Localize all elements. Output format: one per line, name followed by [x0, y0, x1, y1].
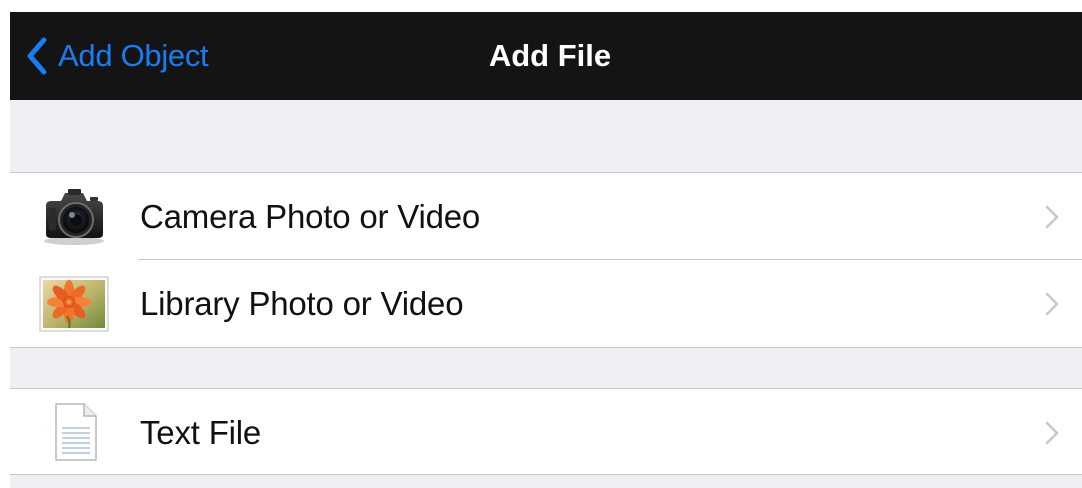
- text-file-icon: [38, 403, 110, 463]
- camera-photo-or-video-row[interactable]: Camera Photo or Video: [10, 173, 1082, 260]
- screen: Add Object Add File Camera Photo or Vide…: [10, 12, 1082, 488]
- page-title: Add File: [488, 38, 612, 73]
- top-strip: [10, 0, 1082, 12]
- chevron-right-icon: [1044, 204, 1060, 230]
- media-options-group: Camera Photo or Video Library Photo or V…: [10, 172, 1082, 348]
- window-edge: [0, 0, 10, 488]
- library-photo-or-video-row[interactable]: Library Photo or Video: [10, 260, 1082, 347]
- photo-library-icon: [38, 274, 110, 334]
- chevron-right-icon: [1044, 420, 1060, 446]
- row-label: Library Photo or Video: [140, 285, 464, 322]
- camera-icon: [38, 187, 110, 247]
- navigation-bar: Add Object Add File: [10, 12, 1082, 100]
- row-label: Text File: [140, 414, 262, 451]
- text-file-row[interactable]: Text File: [10, 389, 1082, 476]
- chevron-right-icon: [1044, 291, 1060, 317]
- file-options-group: Text File: [10, 388, 1082, 475]
- row-label: Camera Photo or Video: [140, 198, 481, 235]
